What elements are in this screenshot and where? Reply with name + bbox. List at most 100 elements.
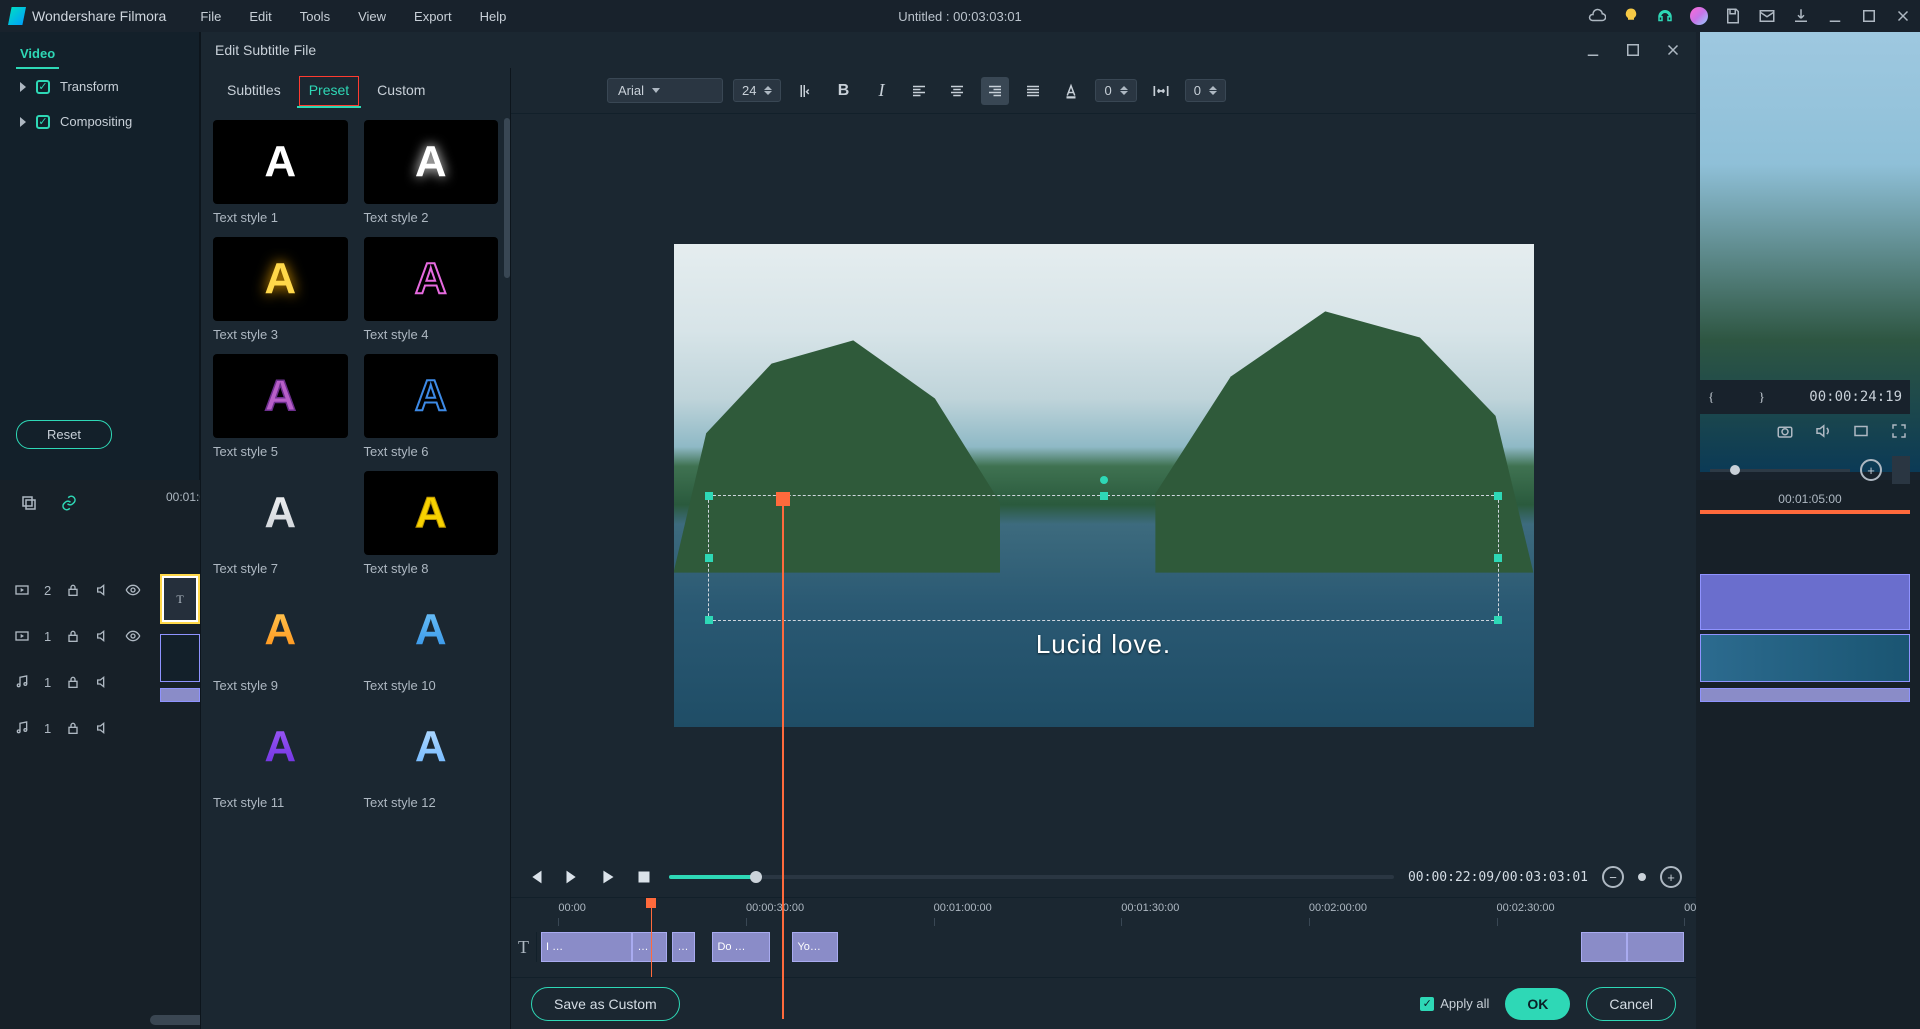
user-avatar-icon[interactable] <box>1690 7 1708 25</box>
lock-icon[interactable] <box>65 720 81 736</box>
align-justify-icon[interactable] <box>1019 77 1047 105</box>
tracking-input[interactable]: 0 <box>1095 79 1136 102</box>
align-right-icon[interactable] <box>981 77 1009 105</box>
mark-out-icon[interactable]: } <box>1759 389 1765 405</box>
download-icon[interactable] <box>1792 7 1810 25</box>
resize-handle[interactable] <box>1494 554 1502 562</box>
track-row-video1[interactable]: 1 <box>0 616 160 656</box>
cloud-icon[interactable] <box>1588 7 1606 25</box>
resize-handle[interactable] <box>1494 616 1502 624</box>
subtitle-clip[interactable]: Yo… <box>792 932 838 962</box>
stop-icon[interactable] <box>633 866 655 888</box>
menu-help[interactable]: Help <box>470 5 517 28</box>
timeline-clip[interactable] <box>160 634 200 682</box>
subtitle-clip[interactable]: Do … <box>712 932 769 962</box>
bold-button[interactable]: B <box>829 77 857 105</box>
align-center-icon[interactable] <box>943 77 971 105</box>
link-icon[interactable] <box>60 494 78 512</box>
mail-icon[interactable] <box>1758 7 1776 25</box>
mute-icon[interactable] <box>95 628 111 644</box>
lock-icon[interactable] <box>65 628 81 644</box>
reset-button[interactable]: Reset <box>16 420 112 449</box>
apply-all-checkbox[interactable]: ✓ Apply all <box>1420 996 1489 1011</box>
subtitle-playhead[interactable] <box>651 898 652 977</box>
window-maximize-icon[interactable] <box>1860 7 1878 25</box>
mute-icon[interactable] <box>95 582 111 598</box>
mark-in-icon[interactable]: { <box>1708 389 1714 405</box>
timeline-clip[interactable]: T <box>160 574 200 624</box>
play-icon[interactable] <box>597 866 619 888</box>
preset-card[interactable]: AText style 4 <box>364 237 499 342</box>
dialog-maximize-icon[interactable] <box>1624 41 1642 59</box>
copy-icon[interactable] <box>20 494 38 512</box>
tab-preset[interactable]: Preset <box>297 74 361 108</box>
timeline-clip[interactable] <box>160 688 200 702</box>
save-as-custom-button[interactable]: Save as Custom <box>531 987 680 1021</box>
font-family-select[interactable]: Arial <box>607 78 723 103</box>
eye-icon[interactable] <box>125 628 141 644</box>
rotate-handle[interactable] <box>1100 476 1108 484</box>
preset-card[interactable]: AText style 5 <box>213 354 348 459</box>
step-back-icon[interactable] <box>525 866 547 888</box>
preset-card[interactable]: AText style 8 <box>364 471 499 576</box>
preset-card[interactable]: AText style 3 <box>213 237 348 342</box>
char-spacing-icon[interactable] <box>1147 77 1175 105</box>
resize-handle[interactable] <box>1100 492 1108 500</box>
resize-handle[interactable] <box>1494 492 1502 500</box>
seek-bar[interactable] <box>669 875 1394 879</box>
zoom-thumb[interactable] <box>1638 873 1646 881</box>
camera-icon[interactable] <box>1776 422 1794 440</box>
font-size-input[interactable]: 24 <box>733 79 781 102</box>
tab-subtitles[interactable]: Subtitles <box>215 74 293 108</box>
sidebar-item-transform[interactable]: ✓ Transform <box>0 69 199 104</box>
sidebar-item-compositing[interactable]: ✓ Compositing <box>0 104 199 139</box>
preset-card[interactable]: AText style 11 <box>213 705 348 810</box>
window-minimize-icon[interactable] <box>1826 7 1844 25</box>
preset-card[interactable]: AText style 2 <box>364 120 499 225</box>
fit-icon[interactable] <box>1892 456 1910 484</box>
preset-scrollbar[interactable] <box>504 118 510 278</box>
track-row-audio1[interactable]: 1 <box>0 662 160 702</box>
resize-handle[interactable] <box>705 554 713 562</box>
text-selection-box[interactable] <box>708 495 1499 621</box>
resize-handle[interactable] <box>705 616 713 624</box>
mute-icon[interactable] <box>95 674 111 690</box>
align-left-icon[interactable] <box>905 77 933 105</box>
track-row-video2[interactable]: 2 <box>0 570 160 610</box>
tab-custom[interactable]: Custom <box>365 74 437 108</box>
timeline-clip[interactable] <box>1700 574 1910 630</box>
italic-button[interactable]: I <box>867 77 895 105</box>
menu-edit[interactable]: Edit <box>239 5 281 28</box>
step-fwd-icon[interactable] <box>561 866 583 888</box>
subtitle-ruler[interactable]: 00:0000:00:30:0000:01:00:0000:01:30:0000… <box>511 898 1696 928</box>
ok-button[interactable]: OK <box>1505 988 1570 1020</box>
lock-icon[interactable] <box>65 582 81 598</box>
menu-tools[interactable]: Tools <box>290 5 340 28</box>
text-color-icon[interactable] <box>1057 77 1085 105</box>
menu-export[interactable]: Export <box>404 5 462 28</box>
zoom-slider[interactable]: + <box>1710 456 1910 484</box>
fullscreen-icon[interactable] <box>1890 422 1908 440</box>
subtitle-clip[interactable]: I … <box>541 932 632 962</box>
preset-card[interactable]: AText style 6 <box>364 354 499 459</box>
spacing-input[interactable]: 0 <box>1185 79 1226 102</box>
subtitle-clip[interactable]: … <box>672 932 695 962</box>
zoom-in-icon[interactable]: + <box>1860 459 1882 481</box>
track-row-audio2[interactable]: 1 <box>0 708 160 748</box>
timeline-clip[interactable] <box>1700 688 1910 702</box>
video-frame[interactable]: Lucid love. <box>674 244 1534 728</box>
lightbulb-icon[interactable] <box>1622 7 1640 25</box>
menu-file[interactable]: File <box>190 5 231 28</box>
resize-handle[interactable] <box>705 492 713 500</box>
eye-icon[interactable] <box>125 582 141 598</box>
save-icon[interactable] <box>1724 7 1742 25</box>
sidebar-tab-video[interactable]: Video <box>16 40 59 69</box>
subtitle-text[interactable]: Lucid love. <box>674 629 1534 660</box>
headset-icon[interactable] <box>1656 7 1674 25</box>
preset-card[interactable]: AText style 9 <box>213 588 348 693</box>
checkbox-icon[interactable]: ✓ <box>36 115 50 129</box>
timeline-clip[interactable] <box>1700 634 1910 682</box>
preset-card[interactable]: AText style 7 <box>213 471 348 576</box>
lock-icon[interactable] <box>65 674 81 690</box>
subtitle-clip[interactable] <box>1581 932 1627 962</box>
